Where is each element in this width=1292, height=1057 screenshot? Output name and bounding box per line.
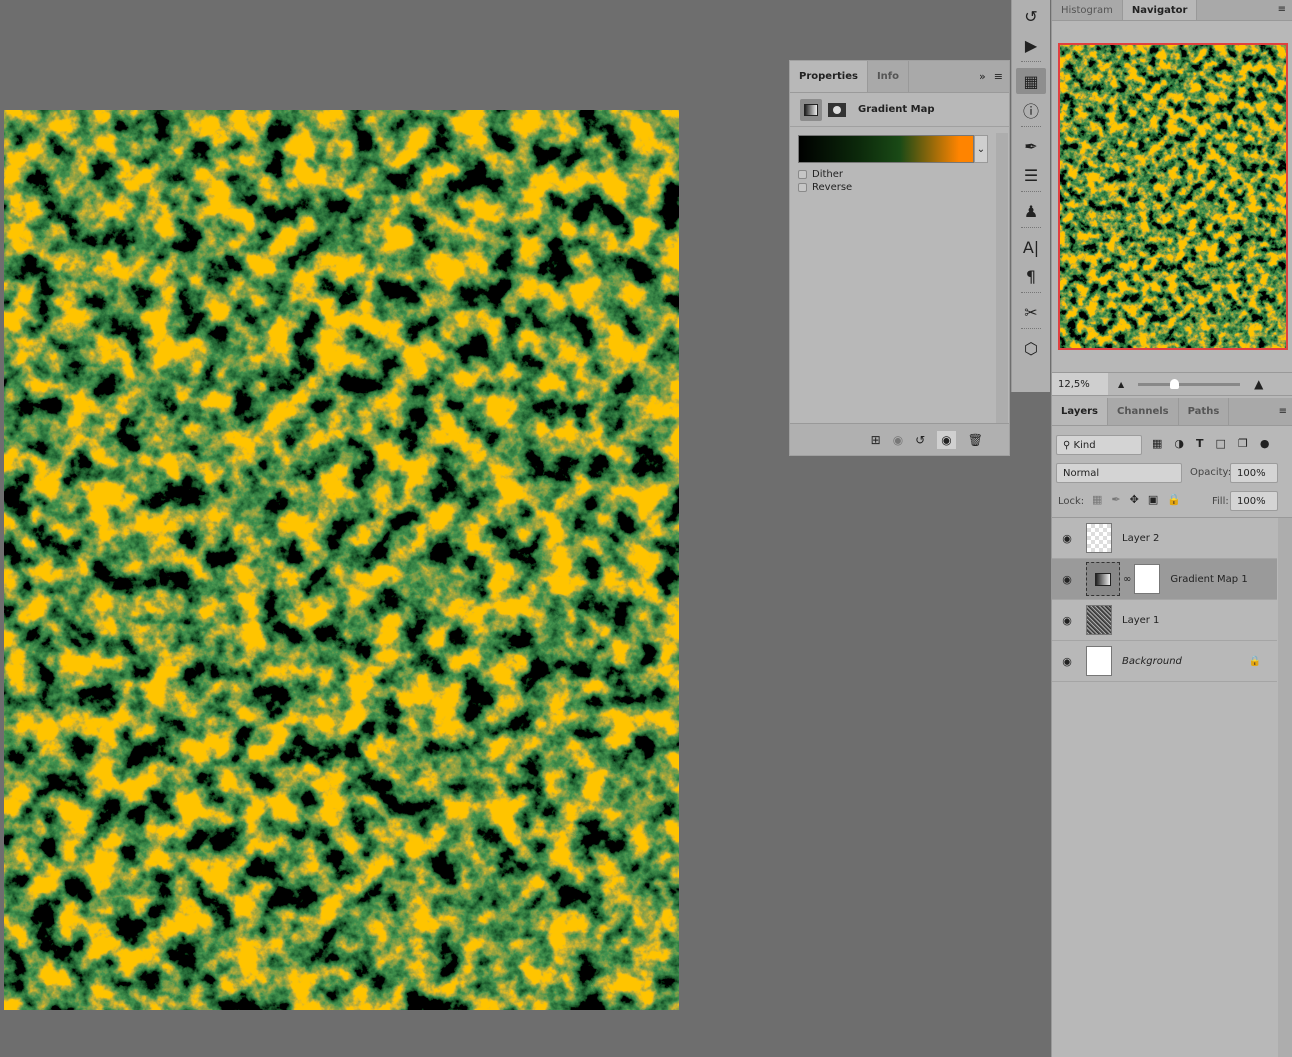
delete-icon[interactable]: 🗑 [968, 433, 983, 447]
scrollbar[interactable] [996, 133, 1008, 423]
visibility-icon[interactable]: ◉ [937, 430, 956, 449]
eye-icon[interactable]: ◉ [1052, 655, 1082, 668]
filter-pixel-icon[interactable]: ▦ [1152, 437, 1162, 450]
lock-pixels-icon[interactable]: ✒ [1111, 493, 1120, 506]
brush-settings-icon[interactable]: ☰ [1016, 162, 1046, 188]
layer-row-layer-2[interactable]: ◉ Layer 2 [1052, 518, 1277, 559]
fill-field[interactable]: 100% [1230, 491, 1278, 511]
layers-scrollbar[interactable] [1278, 518, 1292, 1057]
layer-thumbnail [1086, 646, 1112, 676]
layer-thumbnail [1086, 605, 1112, 635]
panel-menu-icon[interactable]: ≡ [994, 70, 1003, 83]
panel-dock: ↺ ▶ ▦ ⓘ ✒ ☰ ♟ A| ¶ ✂ ⬡ [1011, 0, 1050, 392]
filter-kind-label: Kind [1073, 439, 1096, 451]
mask-thumbnail[interactable] [1134, 564, 1161, 594]
filter-smart-object-icon[interactable]: ❐ [1238, 437, 1248, 450]
eye-icon[interactable]: ◉ [1052, 573, 1082, 586]
lock-all-icon[interactable]: 🔒 [1167, 493, 1181, 506]
opacity-value: 100% [1237, 467, 1266, 479]
lock-label: Lock: [1058, 496, 1085, 507]
layer-name: Layer 2 [1122, 532, 1160, 544]
eye-icon[interactable]: ◉ [1052, 532, 1082, 545]
3d-icon[interactable]: ⬡ [1016, 335, 1046, 361]
eye-icon[interactable]: ◉ [1052, 614, 1082, 627]
blend-mode-select[interactable]: Normal [1056, 463, 1182, 483]
navigator-preview[interactable] [1058, 43, 1288, 350]
gradient-dropdown[interactable]: ⌄ [974, 135, 988, 163]
layer-row-background[interactable]: ◉ Background 🔒 [1052, 641, 1277, 682]
tab-info[interactable]: Info [868, 61, 910, 92]
tab-properties[interactable]: Properties [790, 61, 868, 92]
filter-toggle-icon[interactable]: ● [1260, 437, 1270, 450]
lock-position-icon[interactable]: ✥ [1130, 493, 1139, 506]
filter-kind-select[interactable]: ⚲ Kind [1056, 435, 1142, 455]
lock-transparent-icon[interactable]: ▦ [1092, 493, 1102, 506]
gradient-preview[interactable] [798, 135, 974, 163]
zoom-slider[interactable] [1138, 378, 1241, 389]
tab-navigator[interactable]: Navigator [1122, 0, 1198, 20]
opacity-label: Opacity: [1190, 467, 1232, 478]
properties-panel: Properties Info » ≡ Gradient Map ⌄ Dithe… [789, 60, 1010, 456]
actions-play-icon[interactable]: ▶ [1016, 32, 1046, 58]
layer-thumbnail [1086, 523, 1112, 553]
panel-menu-icon[interactable]: ≡ [1272, 0, 1292, 20]
reverse-checkbox[interactable]: Reverse [798, 182, 1001, 193]
info-icon[interactable]: ⓘ [1016, 97, 1046, 123]
filter-adjustment-icon[interactable]: ◑ [1174, 437, 1184, 450]
lock-artboard-icon[interactable]: ▣ [1148, 493, 1158, 506]
zoom-in-icon[interactable]: ▲ [1254, 377, 1263, 391]
filter-type-icon[interactable]: T [1196, 437, 1204, 450]
document-canvas[interactable] [4, 110, 679, 1010]
zoom-field[interactable]: 12,5% [1052, 373, 1108, 395]
layer-row-gradient-map-1[interactable]: ◉ ∞ Gradient Map 1 [1052, 559, 1277, 600]
fill-value: 100% [1237, 495, 1266, 507]
character-icon[interactable]: A| [1016, 234, 1046, 260]
reverse-label: Reverse [812, 182, 853, 193]
tab-histogram[interactable]: Histogram [1052, 0, 1123, 20]
tab-channels[interactable]: Channels [1108, 398, 1179, 425]
dither-checkbox[interactable]: Dither [798, 169, 1001, 180]
layers-menu-icon[interactable]: ≡ [1273, 398, 1292, 425]
right-panel: Histogram Navigator ≡ 12,5% ▲ ▲ Layers C… [1051, 0, 1292, 1057]
history-icon[interactable]: ↺ [1016, 3, 1046, 29]
clone-source-icon[interactable]: ♟ [1016, 198, 1046, 224]
lock-icon: 🔒 [1248, 655, 1261, 667]
layer-name: Background [1122, 655, 1182, 667]
noise-texture [4, 110, 679, 1010]
paragraph-icon[interactable]: ¶ [1016, 263, 1046, 289]
layer-name: Gradient Map 1 [1170, 573, 1248, 585]
properties-dock-icon[interactable]: ▦ [1016, 68, 1046, 94]
tab-paths[interactable]: Paths [1179, 398, 1230, 425]
link-icon[interactable]: ∞ [1123, 574, 1131, 585]
opacity-field[interactable]: 100% [1230, 463, 1278, 483]
zoom-out-icon[interactable]: ▲ [1118, 380, 1124, 389]
tab-layers[interactable]: Layers [1052, 398, 1108, 425]
blend-mode-label: Normal [1063, 467, 1100, 479]
layer-row-layer-1[interactable]: ◉ Layer 1 [1052, 600, 1277, 641]
mask-icon[interactable] [828, 102, 846, 117]
reset-icon[interactable]: ↺ [915, 433, 925, 447]
adjustment-thumbnail [1086, 562, 1120, 596]
view-previous-icon[interactable]: ◉ [893, 433, 903, 447]
gradient-map-icon[interactable] [800, 98, 822, 121]
clip-to-layer-icon[interactable]: ⊞ [871, 433, 881, 447]
tool-presets-icon[interactable]: ✂ [1016, 299, 1046, 325]
fill-label: Fill: [1212, 496, 1229, 507]
layer-name: Layer 1 [1122, 614, 1160, 626]
filter-shape-icon[interactable]: □ [1216, 437, 1226, 450]
properties-title: Gradient Map [858, 104, 935, 115]
dither-label: Dither [812, 169, 844, 180]
collapse-icon[interactable]: » [979, 70, 986, 83]
brush-presets-icon[interactable]: ✒ [1016, 133, 1046, 159]
